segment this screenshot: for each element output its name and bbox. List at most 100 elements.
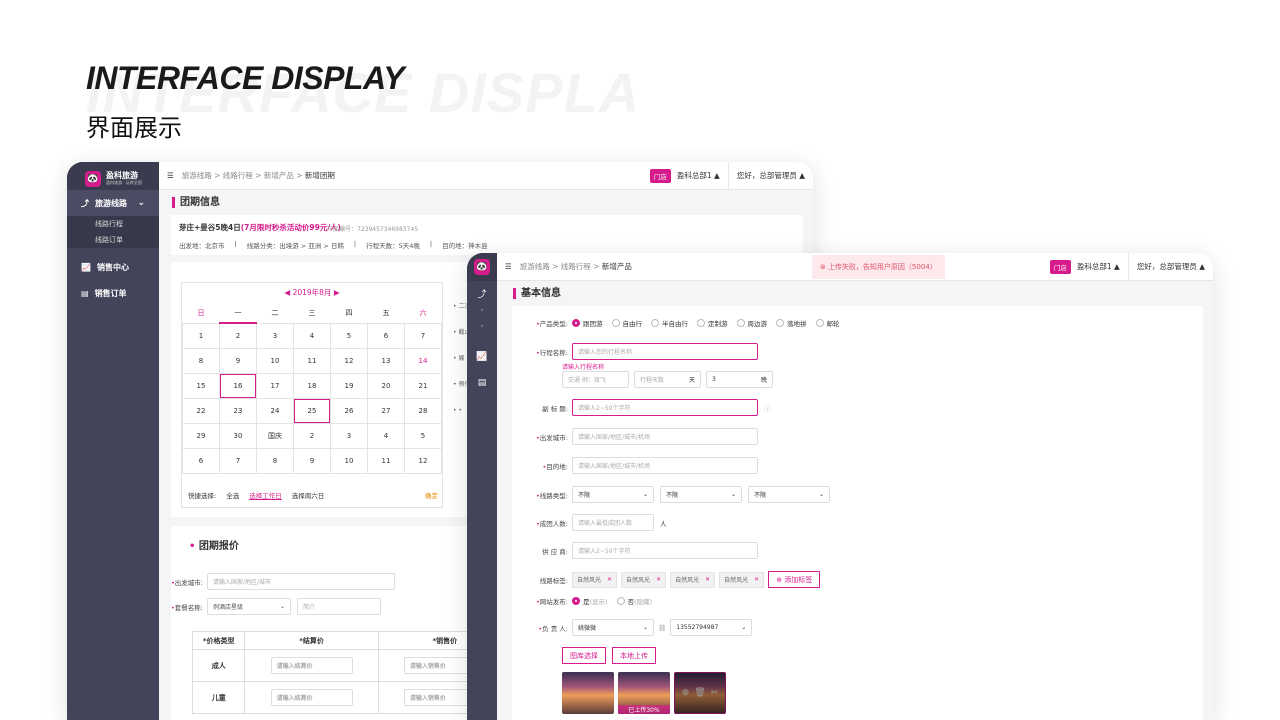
store-switcher[interactable]: 盈科总部1 ▲ <box>677 170 720 181</box>
calendar-day[interactable]: 26 <box>330 397 368 424</box>
user-menu[interactable]: 您好，总部管理员 ▲ <box>1137 261 1205 272</box>
calendar-day[interactable]: 16 <box>219 372 257 399</box>
calendar-day[interactable]: 6 <box>367 322 405 349</box>
nav-travel-routes[interactable]: ⤴ 旅游线路 ⌄ <box>67 190 159 216</box>
calendar-confirm-button[interactable]: 确定 <box>425 490 438 500</box>
calendar-day[interactable]: 11 <box>367 447 405 474</box>
calendar-day[interactable]: 21 <box>404 372 442 399</box>
user-menu[interactable]: 您好，总部管理员 ▲ <box>737 170 805 181</box>
departure-city-input[interactable]: 请输入国家/地区/城市 <box>207 573 395 590</box>
subnav-route-itinerary[interactable]: 线路行程 <box>67 216 159 232</box>
traffic-input[interactable]: 交通 例：双飞 <box>562 371 629 388</box>
subnav-route-orders[interactable]: 线路订单 <box>67 232 159 248</box>
calendar-day[interactable]: 4 <box>367 422 405 449</box>
radio-free-tour[interactable]: 自由行 <box>611 318 642 328</box>
calendar-day[interactable]: 3 <box>256 322 294 349</box>
help-icon[interactable]: ⓘ <box>764 403 771 413</box>
calendar-day[interactable]: 17 <box>256 372 294 399</box>
calendar-day[interactable]: 24 <box>256 397 294 424</box>
radio-group-tour[interactable]: 跟团游 <box>572 318 603 328</box>
next-month-icon[interactable]: ▶ <box>334 288 340 297</box>
calendar-day[interactable]: 22 <box>182 397 220 424</box>
calendar-day[interactable]: 12 <box>404 447 442 474</box>
package-intro-input[interactable]: 简介 <box>297 598 381 615</box>
calendar-day[interactable]: 10 <box>330 447 368 474</box>
calendar-day[interactable]: 30 <box>219 422 257 449</box>
select-all-link[interactable]: 全选 <box>226 490 239 500</box>
radio-cruise[interactable]: 邮轮 <box>815 318 840 328</box>
calendar-day[interactable]: 8 <box>256 447 294 474</box>
close-icon[interactable]: ✕ <box>754 576 759 583</box>
store-switcher[interactable]: 盈科总部1 ▲ <box>1077 261 1120 272</box>
add-tag-button[interactable]: ⊕ 添加标签 <box>768 571 821 588</box>
nights-input[interactable]: 3晚 <box>706 371 773 388</box>
days-input[interactable]: 行程天数 天 <box>634 371 701 388</box>
calendar-day[interactable]: 14 <box>404 347 442 374</box>
gallery-select-button[interactable]: 图库选择 <box>562 647 606 664</box>
select-weekend-link[interactable]: 选择周六日 <box>292 490 325 500</box>
destination-input[interactable]: 请输入国家/地区/城市/机场 <box>572 457 758 474</box>
crop-icon[interactable]: ✂ <box>711 688 719 698</box>
breadcrumb-path[interactable]: 旅游线路 > 线路行程 > 新增产品 > <box>182 171 305 180</box>
package-select[interactable]: 例酒店星级 ⌄ <box>207 598 291 615</box>
category-select-3[interactable]: 不限 ⌄ <box>748 486 830 503</box>
dot-icon[interactable]: · <box>467 303 497 319</box>
radio-publish-yes[interactable]: 是 (显示) <box>572 596 608 606</box>
calendar-day[interactable]: 7 <box>219 447 257 474</box>
calendar-day[interactable]: 9 <box>219 347 257 374</box>
nav-sales-orders[interactable]: ▤ 销售订单 <box>67 280 159 306</box>
calendar-day[interactable]: 4 <box>293 322 331 349</box>
settle-price-input[interactable]: 请输入结算价 <box>270 657 353 674</box>
chart-icon[interactable]: 📈 <box>467 349 497 365</box>
close-icon[interactable]: ✕ <box>656 576 661 583</box>
thumbnail-image[interactable] <box>562 672 614 714</box>
calendar-day[interactable]: 28 <box>404 397 442 424</box>
category-select-2[interactable]: 不限 ⌄ <box>660 486 742 503</box>
calendar-day[interactable]: 5 <box>330 322 368 349</box>
calendar-day[interactable]: 3 <box>330 422 368 449</box>
calendar-day[interactable]: 8 <box>182 347 220 374</box>
menu-icon[interactable]: ☰ <box>167 171 174 180</box>
departure-city-input[interactable]: 请输入国家/地区/城市/机场 <box>572 428 758 445</box>
dot-icon[interactable]: · <box>467 319 497 335</box>
calendar-day[interactable]: 5 <box>404 422 442 449</box>
calendar-day[interactable]: 2 <box>293 422 331 449</box>
zoom-icon[interactable]: ⊕ <box>682 688 690 698</box>
calendar-day[interactable]: 7 <box>404 322 442 349</box>
menu-icon[interactable]: ☰ <box>505 262 512 271</box>
calendar-day[interactable]: 1 <box>182 322 220 349</box>
owner-select[interactable]: 姚微微 ⌄ <box>572 619 654 636</box>
supplier-input[interactable]: 请输入2~50个字符 <box>572 542 758 559</box>
group-size-input[interactable]: 请输入最低成团人数 <box>572 514 654 531</box>
calendar-day[interactable]: 2 <box>219 322 257 349</box>
settle-price-input[interactable]: 请输入结算价 <box>270 689 353 706</box>
calendar-day[interactable]: 18 <box>293 372 331 399</box>
close-icon[interactable]: ✕ <box>607 576 612 583</box>
radio-local[interactable]: 落地拼 <box>776 318 807 328</box>
calendar-day[interactable]: 12 <box>330 347 368 374</box>
local-upload-button[interactable]: 本地上传 <box>612 647 656 664</box>
itinerary-name-input[interactable]: 请输入您的行程名称 <box>572 343 758 360</box>
trash-icon[interactable]: 🗑 <box>694 688 705 698</box>
calendar-day[interactable]: 6 <box>182 447 220 474</box>
thumbnail-hover[interactable]: ⊕ 🗑 ✂ <box>674 672 726 714</box>
calendar-day[interactable]: 11 <box>293 347 331 374</box>
close-icon[interactable]: ✕ <box>705 576 710 583</box>
calendar-day[interactable]: 9 <box>293 447 331 474</box>
nav-sales-center[interactable]: 📈 销售中心 <box>67 254 159 280</box>
document-icon[interactable]: ▤ <box>467 375 497 391</box>
calendar-day[interactable]: 国庆 <box>256 422 294 449</box>
calendar-day[interactable]: 29 <box>182 422 220 449</box>
calendar-day[interactable]: 25 <box>293 397 331 424</box>
route-icon[interactable]: ⤴ <box>467 287 497 303</box>
prev-month-icon[interactable]: ◀ <box>284 288 290 297</box>
breadcrumb-path[interactable]: 旅游线路 > 线路行程 > <box>520 262 602 271</box>
radio-publish-no[interactable]: 否 (隐藏) <box>616 596 652 606</box>
radio-nearby[interactable]: 周边游 <box>736 318 767 328</box>
calendar-day[interactable]: 20 <box>367 372 405 399</box>
calendar-day[interactable]: 15 <box>182 372 220 399</box>
calendar-day[interactable]: 23 <box>219 397 257 424</box>
calendar-day[interactable]: 13 <box>367 347 405 374</box>
calendar-day[interactable]: 19 <box>330 372 368 399</box>
calendar-day[interactable]: 10 <box>256 347 294 374</box>
